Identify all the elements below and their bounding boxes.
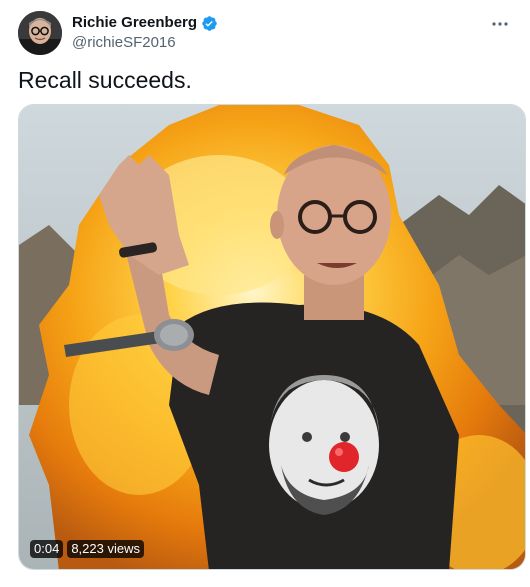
tweet-text: Recall succeeds. bbox=[18, 67, 192, 93]
video-view-count: 8,223 views bbox=[67, 540, 144, 558]
author-names: Richie Greenberg @richieSF2016 bbox=[72, 14, 218, 52]
avatar-image bbox=[18, 11, 62, 55]
tweet-header: Richie Greenberg @richieSF2016 bbox=[18, 10, 518, 56]
verified-badge-icon bbox=[201, 15, 218, 32]
author-handle[interactable]: @richieSF2016 bbox=[72, 34, 218, 52]
video-thumbnail bbox=[19, 105, 525, 569]
name-row: Richie Greenberg bbox=[72, 14, 218, 32]
more-horizontal-icon bbox=[492, 22, 508, 26]
display-name[interactable]: Richie Greenberg bbox=[72, 14, 197, 32]
avatar[interactable] bbox=[18, 11, 62, 55]
more-options-button[interactable] bbox=[486, 14, 514, 34]
video-overlay: 0:04 8,223 views bbox=[30, 540, 144, 558]
video-player[interactable]: 0:04 8,223 views bbox=[18, 104, 526, 570]
video-duration: 0:04 bbox=[30, 540, 64, 558]
tweet-card: Richie Greenberg @richieSF2016 Recall su… bbox=[0, 0, 530, 587]
